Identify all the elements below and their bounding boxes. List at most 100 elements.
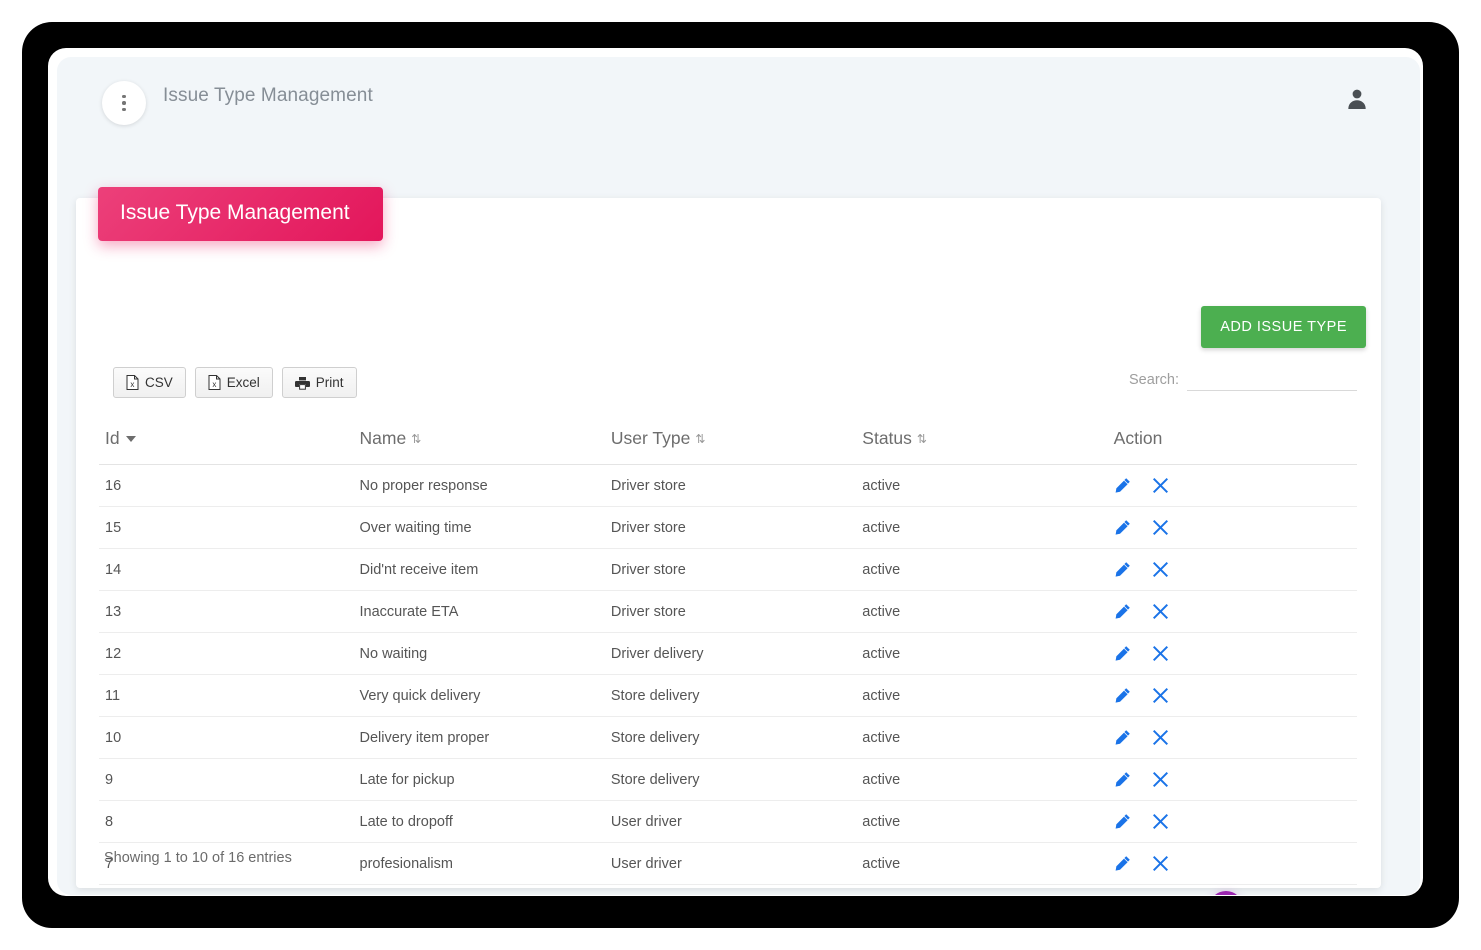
cell-action — [1107, 716, 1357, 759]
delete-x-icon[interactable] — [1152, 561, 1169, 578]
edit-pencil-icon[interactable] — [1114, 729, 1131, 746]
column-header-action: Action — [1107, 426, 1357, 465]
column-header-id[interactable]: Id — [99, 426, 354, 465]
table-row: 15 Over waiting time Driver store active — [99, 506, 1357, 549]
delete-x-icon[interactable] — [1152, 771, 1169, 788]
screenshot-root: Issue Type Management ADD ISSUE TYPE x C… — [0, 0, 1481, 950]
page-title-badge: Issue Type Management — [98, 187, 383, 241]
row-action-group — [1114, 813, 1351, 830]
add-issue-type-button[interactable]: ADD ISSUE TYPE — [1201, 306, 1366, 348]
edit-pencil-icon[interactable] — [1114, 519, 1131, 536]
print-button[interactable]: Print — [281, 367, 357, 398]
sort-desc-icon — [125, 436, 136, 442]
cell-action — [1107, 800, 1357, 843]
edit-pencil-icon[interactable] — [1114, 603, 1131, 620]
issue-types-table: Id Name ⇅ User Type ⇅ Status ⇅ Action 16… — [99, 426, 1357, 885]
row-action-group — [1114, 561, 1351, 578]
page-title: Issue Type Management — [163, 85, 373, 106]
cell-action — [1107, 674, 1357, 717]
delete-x-icon[interactable] — [1152, 813, 1169, 830]
cell-user-type: Store delivery — [604, 758, 857, 801]
cell-id: 8 — [99, 800, 354, 843]
table-header-row: Id Name ⇅ User Type ⇅ Status ⇅ Action — [99, 426, 1357, 465]
row-action-group — [1114, 477, 1351, 494]
table-row: 12 No waiting Driver delivery active — [99, 632, 1357, 675]
table-row: 8 Late to dropoff User driver active — [99, 800, 1357, 843]
cell-name: Delivery item proper — [353, 716, 605, 759]
entries-summary: Showing 1 to 10 of 16 entries — [104, 850, 292, 866]
cell-name: profesionalism — [353, 842, 605, 885]
table-head: Id Name ⇅ User Type ⇅ Status ⇅ Action — [99, 426, 1357, 465]
cell-action — [1107, 758, 1357, 801]
cell-id: 9 — [99, 758, 354, 801]
table-row: 13 Inaccurate ETA Driver store active — [99, 590, 1357, 633]
column-header-user-type[interactable]: User Type ⇅ — [604, 426, 857, 465]
cell-status: active — [856, 800, 1108, 843]
cell-action — [1107, 548, 1357, 591]
user-avatar-icon[interactable] — [1346, 87, 1368, 111]
cell-status: active — [856, 674, 1108, 717]
cell-user-type: Store delivery — [604, 716, 857, 759]
pagination-page-2[interactable]: 2 — [1251, 891, 1285, 895]
delete-x-icon[interactable] — [1152, 645, 1169, 662]
pagination: PREVIOUS 1 2 NEXT — [1094, 891, 1363, 895]
export-csv-label: CSV — [145, 374, 173, 390]
cell-user-type: User driver — [604, 800, 857, 843]
column-header-status[interactable]: Status ⇅ — [856, 426, 1108, 465]
table-row: 9 Late for pickup Store delivery active — [99, 758, 1357, 801]
column-header-name[interactable]: Name ⇅ — [353, 426, 605, 465]
row-action-group — [1114, 771, 1351, 788]
svg-text:x: x — [212, 380, 216, 389]
svg-text:x: x — [130, 380, 134, 389]
cell-status: active — [856, 590, 1108, 633]
delete-x-icon[interactable] — [1152, 603, 1169, 620]
content-card: ADD ISSUE TYPE x CSV x Excel Print Searc… — [76, 198, 1381, 895]
edit-pencil-icon[interactable] — [1114, 855, 1131, 872]
kebab-menu-icon — [122, 94, 126, 112]
cell-name: Late for pickup — [353, 758, 605, 801]
column-header-name-label: Name — [359, 428, 407, 448]
printer-icon — [294, 376, 310, 390]
export-excel-button[interactable]: x Excel — [194, 367, 273, 398]
cell-name: No waiting — [353, 632, 605, 675]
cell-status: active — [856, 548, 1108, 591]
delete-x-icon[interactable] — [1152, 729, 1169, 746]
table-row: 11 Very quick delivery Store delivery activ… — [99, 674, 1357, 717]
cell-action — [1107, 506, 1357, 549]
cell-name: Very quick delivery — [353, 674, 605, 717]
cell-id: 14 — [99, 548, 354, 591]
cell-name: Did'nt receive item — [353, 548, 605, 591]
table-row: 16 No proper response Driver store active — [99, 464, 1357, 507]
edit-pencil-icon[interactable] — [1114, 687, 1131, 704]
cell-id: 15 — [99, 506, 354, 549]
search-label: Search: — [1129, 372, 1179, 388]
kebab-menu-button[interactable] — [102, 81, 146, 125]
edit-pencil-icon[interactable] — [1114, 645, 1131, 662]
cell-status: active — [856, 464, 1108, 507]
cell-name: Inaccurate ETA — [353, 590, 605, 633]
delete-x-icon[interactable] — [1152, 477, 1169, 494]
cell-user-type: Store delivery — [604, 674, 857, 717]
export-button-group: x CSV x Excel Print — [113, 367, 357, 398]
cell-action — [1107, 590, 1357, 633]
edit-pencil-icon[interactable] — [1114, 813, 1131, 830]
cell-user-type: Driver store — [604, 464, 857, 507]
table-body: 16 No proper response Driver store active 15… — [99, 464, 1357, 885]
sort-both-icon: ⇅ — [695, 432, 706, 446]
edit-pencil-icon[interactable] — [1114, 561, 1131, 578]
row-action-group — [1114, 729, 1351, 746]
cell-name: No proper response — [353, 464, 605, 507]
pagination-page-1[interactable]: 1 — [1208, 891, 1243, 895]
delete-x-icon[interactable] — [1152, 519, 1169, 536]
delete-x-icon[interactable] — [1152, 687, 1169, 704]
export-csv-button[interactable]: x CSV — [113, 367, 186, 398]
edit-pencil-icon[interactable] — [1114, 477, 1131, 494]
table-row: 10 Delivery item proper Store delivery acti… — [99, 716, 1357, 759]
app-viewport: Issue Type Management ADD ISSUE TYPE x C… — [57, 57, 1420, 895]
delete-x-icon[interactable] — [1152, 855, 1169, 872]
row-action-group — [1114, 519, 1351, 536]
edit-pencil-icon[interactable] — [1114, 771, 1131, 788]
search-input[interactable] — [1187, 368, 1357, 391]
cell-action — [1107, 632, 1357, 675]
app-header: Issue Type Management — [57, 57, 1420, 142]
